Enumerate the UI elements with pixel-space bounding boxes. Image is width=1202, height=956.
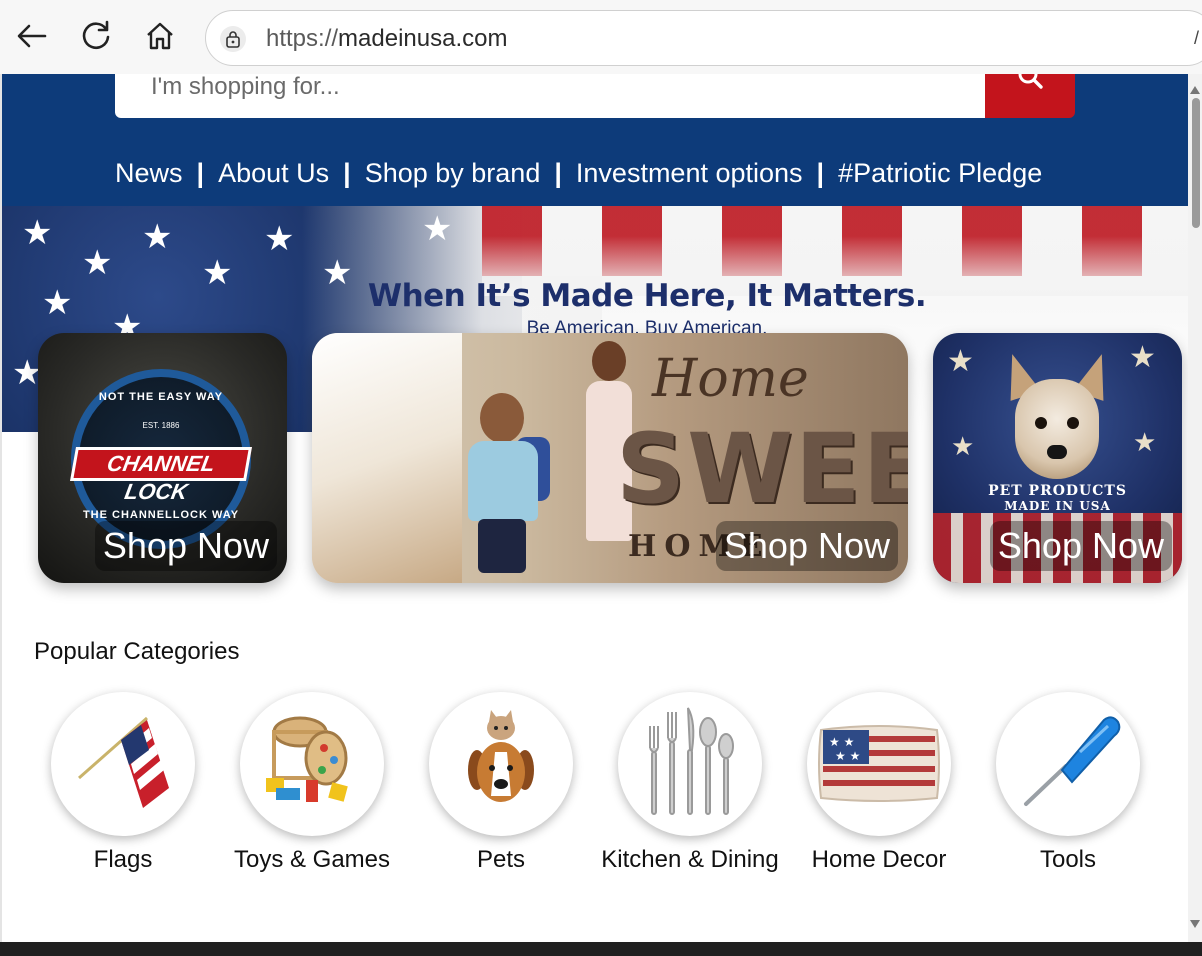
star-icon: ★ bbox=[947, 345, 974, 378]
reload-button[interactable] bbox=[78, 18, 114, 54]
sweet-title: SWEET bbox=[616, 413, 908, 525]
toolbar-overflow-mark: / bbox=[1194, 28, 1200, 48]
logo-est-text: EST. 1886 bbox=[142, 421, 180, 430]
promo-card-channellock[interactable]: NOT THE EASY WAY EST. 1886 CHANNEL LOCK … bbox=[38, 333, 287, 583]
taskbar-edge bbox=[0, 942, 1202, 956]
star-icon: ★ bbox=[22, 214, 53, 252]
address-bar[interactable]: https://madeinusa.com bbox=[205, 10, 1202, 66]
url-scheme: https:// bbox=[266, 25, 339, 52]
cutlery-icon bbox=[649, 707, 734, 815]
search-button[interactable] bbox=[985, 74, 1075, 118]
url-host: madeinusa.com bbox=[338, 25, 508, 52]
flag-icon bbox=[78, 716, 169, 808]
shop-now-button[interactable]: Shop Now bbox=[989, 521, 1172, 571]
home-script-title: Home bbox=[652, 349, 809, 409]
nav-separator: | bbox=[554, 158, 562, 188]
nav-separator: | bbox=[816, 158, 825, 188]
popular-categories-heading: Popular Categories bbox=[34, 638, 240, 665]
category-home-decor[interactable]: ★ ★ ★ ★ Home Decor bbox=[784, 692, 974, 874]
category-label: Toys & Games bbox=[233, 846, 391, 873]
nav-patriotic-pledge[interactable]: #Patriotic Pledge bbox=[838, 158, 1042, 188]
svg-text:★ ★: ★ ★ bbox=[829, 735, 854, 749]
category-kitchen-dining[interactable]: Kitchen & Dining bbox=[595, 692, 785, 874]
pet-label-line2: MADE IN USA bbox=[1004, 499, 1111, 513]
category-image[interactable] bbox=[618, 692, 762, 836]
reload-icon bbox=[82, 20, 110, 50]
search-box bbox=[115, 74, 985, 118]
browser-toolbar: https://madeinusa.com / bbox=[0, 0, 1202, 74]
back-arrow-icon bbox=[17, 24, 47, 48]
nav-shop-by-brand[interactable]: Shop by brand bbox=[365, 158, 541, 188]
logo-bottom-text: THE CHANNELLOCK WAY bbox=[82, 509, 240, 521]
screwdriver-icon bbox=[1024, 716, 1121, 806]
category-pets[interactable]: Pets bbox=[406, 692, 596, 874]
promo-card-home[interactable]: Home SWEET HOME Shop Now bbox=[312, 333, 908, 583]
search-icon bbox=[1018, 74, 1043, 89]
star-icon: ★ bbox=[142, 218, 173, 256]
search-input[interactable] bbox=[151, 74, 951, 110]
home-button[interactable] bbox=[142, 18, 178, 54]
shop-now-button[interactable]: Shop Now bbox=[94, 521, 277, 571]
child-figure bbox=[462, 393, 550, 573]
scrollbar-thumb[interactable] bbox=[1192, 98, 1200, 228]
url-text[interactable]: https://madeinusa.com bbox=[266, 25, 507, 53]
scroll-down-arrow-icon[interactable] bbox=[1190, 920, 1200, 928]
category-image[interactable] bbox=[51, 692, 195, 836]
room-background bbox=[312, 333, 462, 583]
category-image[interactable]: ★ ★ ★ ★ bbox=[807, 692, 951, 836]
back-button[interactable] bbox=[14, 18, 50, 54]
category-toys-games[interactable]: Toys & Games bbox=[217, 692, 407, 874]
scroll-up-arrow-icon[interactable] bbox=[1190, 86, 1200, 94]
logo-top-text: NOT THE EASY WAY bbox=[98, 391, 224, 403]
category-image[interactable] bbox=[996, 692, 1140, 836]
hero-tagline: When It’s Made Here, It Matters. Be Amer… bbox=[2, 278, 1188, 340]
pet-label-line1: PET PRODUCTS bbox=[988, 483, 1127, 499]
star-icon: ★ bbox=[1129, 341, 1156, 374]
category-label: Kitchen & Dining bbox=[601, 846, 779, 873]
pet-icon bbox=[468, 710, 534, 802]
nav-investment-options[interactable]: Investment options bbox=[576, 158, 803, 188]
nav-news[interactable]: News bbox=[115, 158, 183, 188]
category-tools[interactable]: Tools bbox=[973, 692, 1163, 874]
star-icon: ★ bbox=[264, 220, 295, 258]
category-label: Tools bbox=[1039, 846, 1097, 873]
site-info-button[interactable] bbox=[220, 26, 246, 52]
hero-headline: When It’s Made Here, It Matters. bbox=[367, 278, 927, 314]
dog-illustration bbox=[996, 349, 1118, 503]
toy-icon bbox=[266, 716, 348, 802]
category-label: Flags bbox=[93, 846, 153, 873]
shop-now-button[interactable]: Shop Now bbox=[715, 521, 898, 571]
category-image[interactable] bbox=[240, 692, 384, 836]
logo-name: CHANNEL LOCK bbox=[70, 447, 252, 504]
site-header: News | About Us | Shop by brand | Investment o… bbox=[2, 74, 1188, 206]
pillow-icon: ★ ★ ★ ★ bbox=[818, 725, 940, 802]
top-navigation: News | About Us | Shop by brand | Investment o… bbox=[115, 158, 1075, 194]
nav-separator: | bbox=[196, 158, 205, 188]
star-icon: ★ bbox=[951, 431, 975, 461]
star-icon: ★ bbox=[422, 210, 453, 248]
star-icon: ★ bbox=[82, 244, 113, 282]
lock-icon bbox=[226, 31, 240, 48]
star-icon: ★ bbox=[1133, 427, 1157, 457]
category-label: Home Decor bbox=[811, 846, 947, 873]
home-icon bbox=[147, 22, 173, 50]
category-flags[interactable]: Flags bbox=[28, 692, 218, 874]
pet-products-label: PET PRODUCTS MADE IN USA bbox=[933, 483, 1182, 513]
page-viewport: News | About Us | Shop by brand | Investment o… bbox=[0, 74, 1188, 942]
nav-separator: | bbox=[343, 158, 351, 188]
promo-card-pets[interactable]: ★ ★ ★ ★ PET PRODUCTS MADE IN USA Shop No… bbox=[933, 333, 1182, 583]
category-image[interactable] bbox=[429, 692, 573, 836]
category-label: Pets bbox=[476, 846, 526, 873]
page-scrollbar[interactable] bbox=[1188, 74, 1202, 942]
nav-about-us[interactable]: About Us bbox=[218, 158, 329, 188]
svg-text:★ ★: ★ ★ bbox=[835, 749, 860, 763]
